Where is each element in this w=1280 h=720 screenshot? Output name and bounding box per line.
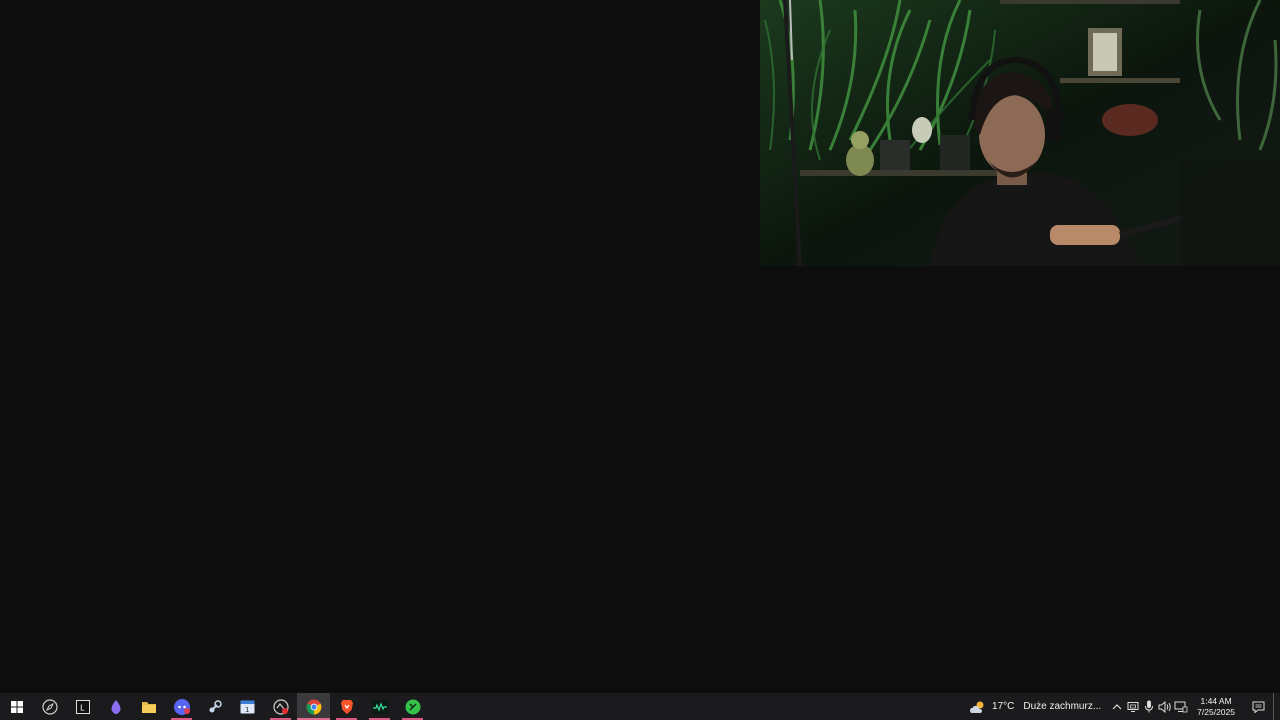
weather-widget[interactable]: 17°C Duże zachmurz... <box>965 693 1109 720</box>
taskbar: L 1 17°C Duże zachmurz... 1:44 AM 7/25/2… <box>0 693 1280 720</box>
notification-center-button[interactable] <box>1243 693 1273 720</box>
microphone-icon <box>1145 700 1154 713</box>
tray-microphone[interactable] <box>1141 693 1157 720</box>
chevron-up-icon <box>1112 703 1122 709</box>
start-button[interactable] <box>0 693 33 720</box>
taskbar-app-steam[interactable] <box>198 693 231 720</box>
calendar-icon: 1 <box>240 700 255 714</box>
cloudy-sun-icon <box>970 701 984 713</box>
tray-display[interactable] <box>1125 693 1141 720</box>
tray-network[interactable] <box>1173 693 1189 720</box>
show-hidden-icons-button[interactable] <box>1109 693 1125 720</box>
taskbar-app-chrome[interactable] <box>297 693 330 720</box>
webcam-overlay <box>760 0 1280 266</box>
clock-time: 1:44 AM <box>1200 695 1232 706</box>
waveform-icon <box>371 699 388 714</box>
chrome-icon <box>306 699 321 714</box>
green-circle-icon <box>405 699 420 714</box>
taskbar-app-file-explorer[interactable] <box>132 693 165 720</box>
taskbar-app-green-app[interactable] <box>396 693 429 720</box>
taskbar-app-terminal[interactable]: L <box>66 693 99 720</box>
taskbar-app-brave[interactable] <box>330 693 363 720</box>
weather-temperature: 17°C <box>992 701 1015 712</box>
taskbar-app-purple-drop[interactable] <box>99 693 132 720</box>
windows-logo-icon <box>10 700 23 713</box>
recorder-icon <box>272 698 289 715</box>
tray-volume[interactable] <box>1157 693 1173 720</box>
svg-text:L: L <box>80 703 85 712</box>
system-clock[interactable]: 1:44 AM 7/25/2025 <box>1189 693 1243 720</box>
taskbar-app-widget[interactable] <box>33 693 66 720</box>
steam-icon <box>209 699 222 712</box>
system-tray: 17°C Duże zachmurz... 1:44 AM 7/25/2025 <box>965 693 1280 720</box>
brave-icon <box>340 699 353 714</box>
weather-description: Duże zachmurz... <box>1023 701 1102 712</box>
speaker-icon <box>1158 700 1171 713</box>
clock-date: 7/25/2025 <box>1197 706 1235 717</box>
notification-icon <box>1252 701 1264 713</box>
drop-icon <box>111 699 120 714</box>
discord-icon <box>173 698 190 715</box>
taskbar-app-recorder[interactable] <box>264 693 297 720</box>
svg-text:1: 1 <box>245 706 249 714</box>
terminal-icon: L <box>75 699 90 714</box>
compass-icon <box>41 698 58 715</box>
network-icon <box>1174 701 1188 712</box>
taskbar-app-audio-monitor[interactable] <box>363 693 396 720</box>
display-icon <box>1127 701 1139 712</box>
show-desktop-button[interactable] <box>1273 693 1280 720</box>
taskbar-app-calendar[interactable]: 1 <box>231 693 264 720</box>
taskbar-app-discord[interactable] <box>165 693 198 720</box>
folder-icon <box>141 701 156 713</box>
